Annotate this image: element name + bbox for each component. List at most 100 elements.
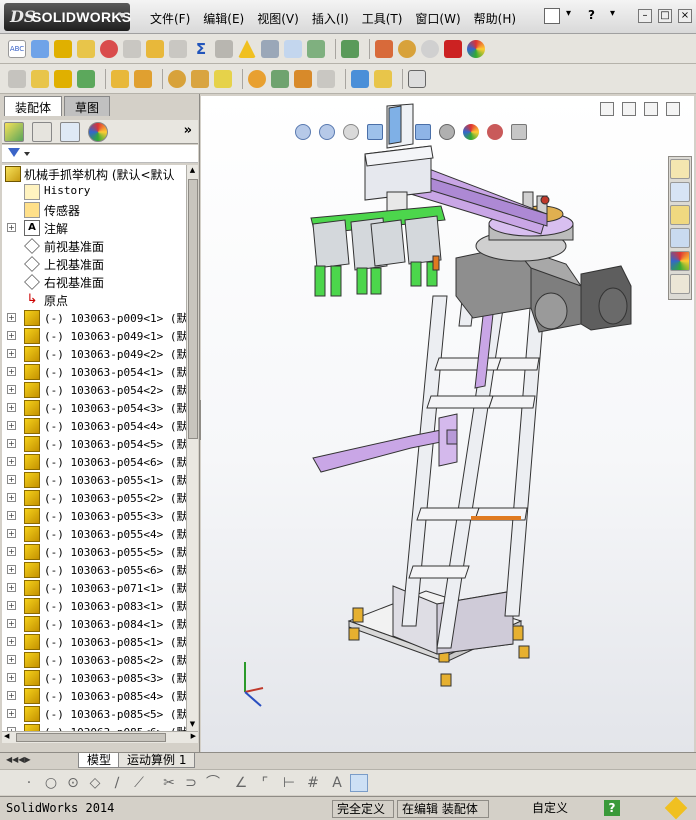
graphics-area[interactable] bbox=[201, 96, 694, 752]
expand-icon[interactable]: + bbox=[7, 601, 16, 610]
appearances-icon[interactable] bbox=[670, 251, 690, 271]
check-interference-icon[interactable] bbox=[341, 40, 359, 58]
expand-icon[interactable]: + bbox=[7, 547, 16, 556]
color-wheel-icon[interactable] bbox=[467, 40, 485, 58]
tree-item-component[interactable]: + (-) 103063-p071<1> (默认 bbox=[2, 579, 186, 597]
tab-assembly[interactable]: 装配体 bbox=[4, 96, 63, 116]
centerpoint-icon[interactable]: ⊙ bbox=[64, 774, 82, 792]
arc-icon[interactable]: ⌒ bbox=[204, 774, 222, 792]
menu-help[interactable]: 帮助(H) bbox=[474, 10, 516, 27]
ruler-icon[interactable] bbox=[351, 70, 369, 88]
explode-view-icon[interactable] bbox=[214, 70, 232, 88]
tree-item-component[interactable]: + (-) 103063-p054<1> (默认 bbox=[2, 363, 186, 381]
property-manager-icon[interactable] bbox=[32, 122, 52, 142]
corner-rectangle-icon[interactable]: ⌜ bbox=[256, 774, 274, 792]
tree-item-component[interactable]: + (-) 103063-p085<5> (默认 bbox=[2, 705, 186, 723]
expand-icon[interactable]: + bbox=[7, 457, 16, 466]
scroll-thumb[interactable] bbox=[188, 179, 198, 439]
tree-item-component[interactable]: + (-) 103063-p055<6> (默认 bbox=[2, 561, 186, 579]
tree-item-annotations[interactable]: + A 注解 bbox=[2, 219, 186, 237]
help-icon[interactable]: ? bbox=[588, 8, 604, 24]
expand-icon[interactable]: + bbox=[7, 475, 16, 484]
angle-icon[interactable]: ∠ bbox=[232, 774, 250, 792]
smart-fasteners-icon[interactable] bbox=[111, 70, 129, 88]
tree-item-origin[interactable]: ↳ 原点 bbox=[2, 291, 186, 309]
expand-icon[interactable]: + bbox=[7, 637, 16, 646]
tree-item-component[interactable]: + (-) 103063-p085<2> (默认 bbox=[2, 651, 186, 669]
status-units[interactable]: 自定义 bbox=[528, 800, 572, 818]
point-icon[interactable]: · bbox=[20, 774, 38, 792]
tab-motion-study[interactable]: 运动算例 1 bbox=[118, 753, 196, 768]
bom-icon[interactable] bbox=[248, 70, 266, 88]
expand-icon[interactable]: + bbox=[7, 529, 16, 538]
expand-icon[interactable]: + bbox=[7, 403, 16, 412]
tab-sketch[interactable]: 草图 bbox=[64, 96, 111, 116]
appearance-icon[interactable] bbox=[444, 40, 462, 58]
solidworks-logo[interactable]: DS SOLIDWORKS bbox=[4, 3, 131, 31]
expand-icon[interactable]: + bbox=[7, 709, 16, 718]
expand-icon[interactable]: + bbox=[7, 439, 16, 448]
expand-icon[interactable]: + bbox=[7, 493, 16, 502]
expand-icon[interactable]: + bbox=[7, 367, 16, 376]
tree-item-component[interactable]: + (-) 103063-p055<1> (默认 bbox=[2, 471, 186, 489]
move-icon[interactable] bbox=[134, 70, 152, 88]
tree-item-component[interactable]: + (-) 103063-p054<4> (默认 bbox=[2, 417, 186, 435]
expand-icon[interactable]: + bbox=[7, 619, 16, 628]
tree-item-component[interactable]: + (-) 103063-p084<1> (默认 bbox=[2, 615, 186, 633]
scroll-left-icon[interactable]: ◀ bbox=[4, 732, 9, 740]
gear-icon[interactable] bbox=[168, 70, 186, 88]
line-icon[interactable]: ∕ bbox=[108, 774, 126, 792]
tree-item-component[interactable]: + (-) 103063-p054<5> (默认 bbox=[2, 435, 186, 453]
tree-item-top-plane[interactable]: 上视基准面 bbox=[2, 255, 186, 273]
feature-manager-icon[interactable] bbox=[4, 122, 24, 142]
move-component-icon[interactable] bbox=[215, 40, 233, 58]
linear-pattern-icon[interactable] bbox=[77, 70, 95, 88]
expand-icon[interactable]: + bbox=[7, 421, 16, 430]
tag-icon[interactable] bbox=[664, 796, 688, 820]
options-icon[interactable] bbox=[421, 40, 439, 58]
chevron-down-icon[interactable] bbox=[24, 152, 30, 156]
scroll-down-icon[interactable]: ▼ bbox=[188, 720, 197, 730]
tree-item-component[interactable]: + (-) 103063-p055<3> (默认 bbox=[2, 507, 186, 525]
expand-icon[interactable]: + bbox=[7, 673, 16, 682]
scroll-up-icon[interactable]: ▲ bbox=[188, 166, 197, 176]
edit-component-icon[interactable] bbox=[31, 40, 49, 58]
tree-item-component[interactable]: + (-) 103063-p055<2> (默认 bbox=[2, 489, 186, 507]
tree-item-component[interactable]: +(-) 103063-p085<6> (默认 bbox=[2, 723, 186, 731]
gauge-icon[interactable] bbox=[100, 40, 118, 58]
chevron-down-icon[interactable]: ▾ bbox=[610, 8, 626, 24]
rebuild-icon[interactable] bbox=[398, 40, 416, 58]
tree-item-component[interactable]: + (-) 103063-p085<3> (默认 bbox=[2, 669, 186, 687]
hscroll-thumb[interactable] bbox=[16, 733, 166, 742]
expand-icon[interactable]: + bbox=[7, 331, 16, 340]
help-icon[interactable]: ? bbox=[604, 800, 620, 816]
mate-icon[interactable] bbox=[77, 40, 95, 58]
measure-icon[interactable] bbox=[261, 40, 279, 58]
expand-icon[interactable]: + bbox=[7, 511, 16, 520]
chevron-down-icon[interactable]: ▾ bbox=[566, 8, 582, 24]
checkbox-icon[interactable] bbox=[146, 40, 164, 58]
expand-icon[interactable]: + bbox=[7, 223, 16, 232]
close-button[interactable]: × bbox=[678, 9, 692, 23]
tree-item-component[interactable]: + (-) 103063-p054<2> (默认 bbox=[2, 381, 186, 399]
menu-window[interactable]: 窗口(W) bbox=[415, 10, 460, 27]
new-document-icon[interactable] bbox=[544, 8, 560, 24]
menu-tools[interactable]: 工具(T) bbox=[362, 10, 403, 27]
explode-icon[interactable] bbox=[375, 40, 393, 58]
robot-arm-model[interactable] bbox=[201, 96, 694, 752]
tree-item-component[interactable]: + (-) 103063-p049<2> (默认 bbox=[2, 345, 186, 363]
custom-properties-icon[interactable] bbox=[670, 274, 690, 294]
design-library-icon[interactable] bbox=[670, 182, 690, 202]
offset-icon[interactable]: ⊃ bbox=[182, 774, 200, 792]
view-palette-icon[interactable] bbox=[670, 228, 690, 248]
paperclip-icon[interactable] bbox=[54, 70, 72, 88]
tree-root[interactable]: 机械手抓举机构 (默认<默认 bbox=[2, 165, 186, 183]
tree-item-right-plane[interactable]: 右视基准面 bbox=[2, 273, 186, 291]
grid-icon[interactable]: # bbox=[304, 774, 322, 792]
show-hidden-icon[interactable] bbox=[191, 70, 209, 88]
warning-icon[interactable] bbox=[238, 40, 256, 58]
spellcheck-icon[interactable]: ABC bbox=[8, 40, 26, 58]
tree-item-component[interactable]: + (-) 103063-p085<4> (默认 bbox=[2, 687, 186, 705]
tree-hscrollbar[interactable]: ◀ ▶ bbox=[2, 731, 198, 743]
centerline-icon[interactable]: ⟋ bbox=[130, 774, 148, 792]
